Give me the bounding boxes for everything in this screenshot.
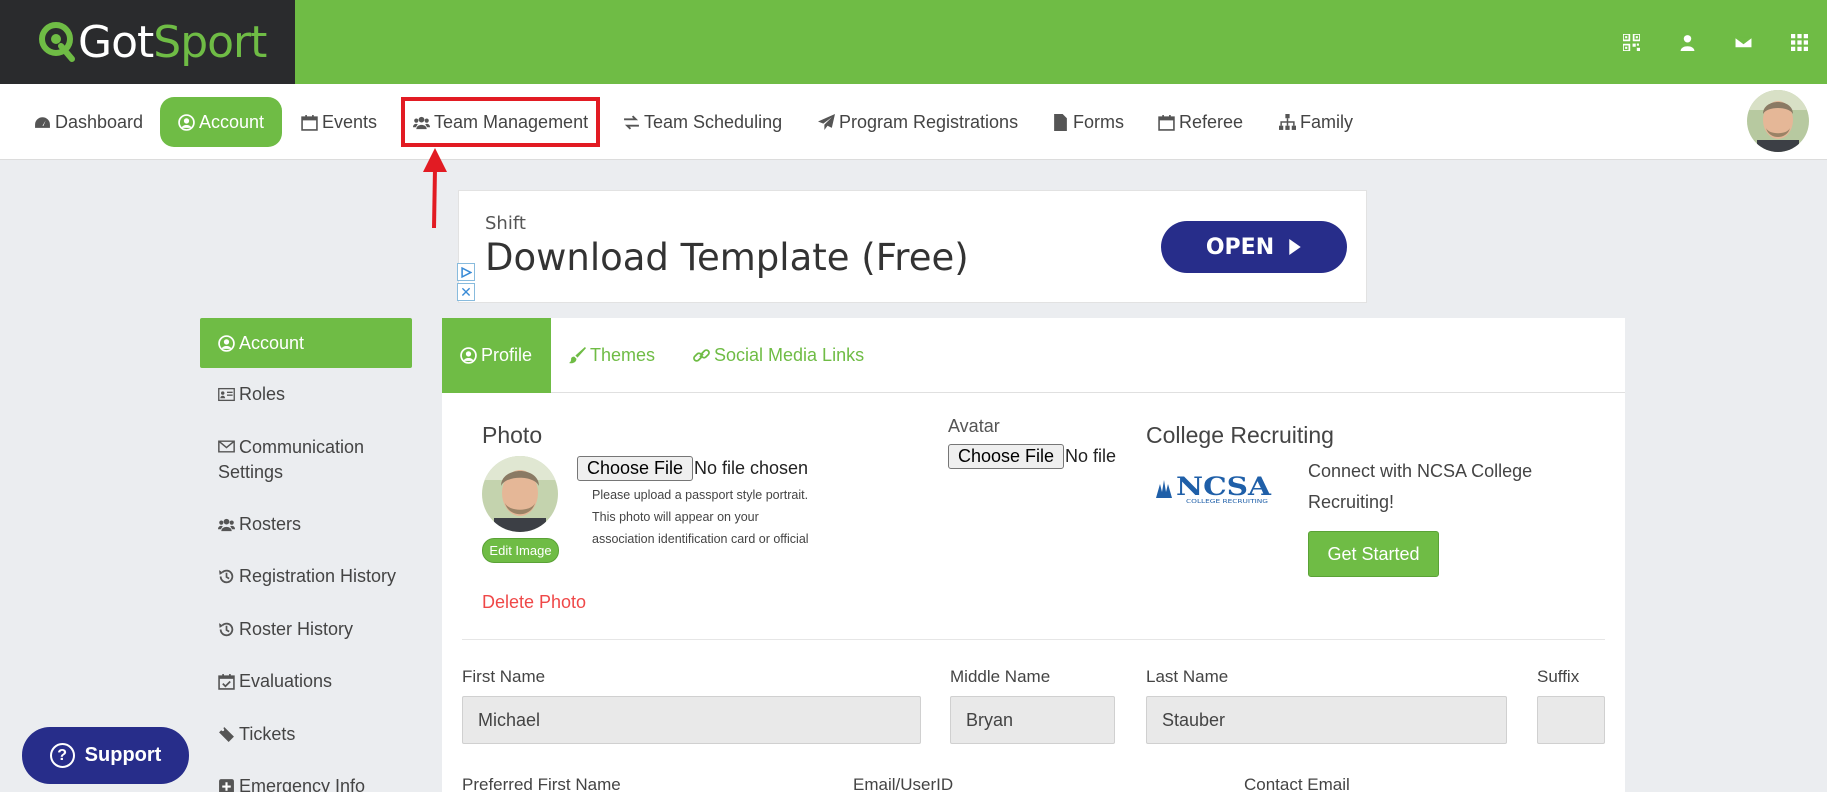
paint-brush-icon (569, 347, 586, 364)
users-icon (413, 116, 430, 129)
main-nav: Dashboard Account Events Team Management… (0, 84, 1827, 160)
nav-account[interactable]: Account (160, 97, 283, 147)
delete-photo-link[interactable]: Delete Photo (482, 592, 586, 613)
sidebar-item-roles[interactable]: Roles (200, 382, 412, 407)
suffix-field[interactable] (1537, 696, 1605, 744)
paper-plane-icon (818, 113, 835, 130)
svg-text:NCSA: NCSA (1176, 472, 1272, 501)
photo-no-file-text: No file chosen (694, 458, 809, 478)
support-button[interactable]: ? Support (22, 727, 189, 784)
contact-email-label: Contact Email (1244, 775, 1350, 792)
exchange-icon (624, 114, 639, 130)
annotation-arrow-icon (423, 148, 447, 229)
avatar-heading: Avatar (948, 416, 1000, 436)
sitemap-icon (1279, 113, 1296, 130)
nav-program-registrations[interactable]: Program Registrations (810, 97, 1026, 147)
link-icon (693, 349, 710, 362)
ncsa-description: Connect with NCSA College Recruiting! (1308, 461, 1533, 512)
nav-team-scheduling[interactable]: Team Scheduling (615, 97, 790, 147)
photo-choose-file-button[interactable]: Choose File (577, 456, 694, 481)
id-card-icon (218, 387, 235, 402)
tab-social-media-links[interactable]: Social Media Links (675, 318, 882, 393)
last-name-label: Last Name (1146, 667, 1229, 686)
ticket-icon (219, 727, 234, 742)
user-circle-icon (460, 347, 477, 364)
svg-text:COLLEGE RECRUITING: COLLEGE RECRUITING (1186, 499, 1268, 505)
calendar-icon (301, 114, 318, 131)
sidebar-item-roster-history[interactable]: Roster History (200, 617, 412, 642)
profile-card: Profile Themes Social Media Links Photo … (442, 318, 1625, 792)
gotsport-logo-icon (39, 22, 75, 62)
file-icon (1054, 113, 1067, 131)
edit-image-button[interactable]: Edit Image (482, 538, 559, 563)
grid-icon[interactable] (1771, 0, 1827, 84)
first-name-field[interactable]: Michael (462, 696, 921, 744)
advertisement[interactable]: Shift Download Template (Free) OPEN ✕ (457, 190, 1367, 303)
photo-help-text: Please upload a passport style portrait.… (592, 488, 809, 546)
qr-code-icon[interactable] (1603, 0, 1659, 84)
calendar-icon (1158, 114, 1175, 131)
tab-themes[interactable]: Themes (551, 318, 673, 393)
last-name-field[interactable]: Stauber (1146, 696, 1507, 744)
adchoices-icon[interactable] (457, 263, 475, 281)
tab-profile[interactable]: Profile (442, 318, 551, 393)
sidebar-item-emergency-info[interactable]: Emergency Info (200, 774, 412, 792)
suffix-label: Suffix (1537, 667, 1580, 686)
sidebar-item-tickets[interactable]: Tickets (200, 722, 412, 747)
profile-tabs: Profile Themes Social Media Links (442, 318, 1625, 393)
photo-heading: Photo (482, 422, 543, 448)
middle-name-field[interactable]: Bryan (950, 696, 1115, 744)
get-started-button[interactable]: Get Started (1308, 531, 1439, 577)
history-icon (219, 622, 234, 637)
envelope-icon[interactable] (1715, 0, 1771, 84)
envelope-icon (218, 440, 235, 453)
profile-photo (482, 456, 558, 532)
ad-headline[interactable]: Download Template (Free) (485, 236, 969, 279)
avatar-file-input[interactable]: Choose File No file chosen (948, 442, 1116, 472)
avatar-no-file-text: No file chosen (1065, 446, 1116, 466)
ad-open-button[interactable]: OPEN (1161, 221, 1347, 273)
plus-square-icon (219, 779, 234, 792)
calendar-check-icon (218, 674, 235, 690)
ad-close-icon[interactable]: ✕ (457, 283, 475, 301)
history-icon (219, 569, 234, 584)
nav-dashboard[interactable]: Dashboard (26, 97, 151, 147)
ad-brand: Shift (485, 213, 526, 234)
nav-forms[interactable]: Forms (1044, 97, 1132, 147)
section-divider (462, 639, 1605, 640)
first-name-label: First Name (462, 667, 546, 686)
users-icon (218, 518, 235, 532)
ncsa-logo-icon: NCSA COLLEGE RECRUITING (1156, 472, 1272, 505)
user-avatar[interactable] (1747, 90, 1809, 152)
user-circle-icon (218, 334, 235, 352)
nav-team-management[interactable]: Team Management (401, 97, 601, 147)
sidebar-item-account[interactable]: Account (200, 318, 412, 368)
middle-name-label: Middle Name (950, 667, 1051, 686)
avatar-choose-file-button[interactable]: Choose File (948, 444, 1065, 469)
sidebar-item-communication-settings[interactable]: Communication Settings (200, 434, 412, 485)
nav-events[interactable]: Events (293, 97, 385, 147)
user-icon[interactable] (1659, 0, 1715, 84)
preferred-first-name-label: Preferred First Name (462, 775, 621, 792)
logo[interactable]: GotSport (0, 0, 295, 84)
sidebar-item-rosters[interactable]: Rosters (200, 512, 412, 537)
dashboard-icon (35, 116, 50, 128)
nav-referee[interactable]: Referee (1150, 97, 1251, 147)
college-recruiting-heading: College Recruiting (1146, 422, 1334, 448)
sidebar-item-registration-history[interactable]: Registration History (200, 564, 412, 589)
question-circle-icon: ? (49, 743, 75, 768)
user-circle-icon (178, 113, 195, 131)
caret-right-icon (1289, 239, 1301, 255)
top-bar: GotSport (0, 0, 1827, 84)
sidebar-item-evaluations[interactable]: Evaluations (200, 669, 412, 694)
nav-family[interactable]: Family (1271, 97, 1361, 147)
email-userid-label: Email/UserID (853, 775, 954, 792)
logo-text: GotSport (78, 17, 267, 68)
